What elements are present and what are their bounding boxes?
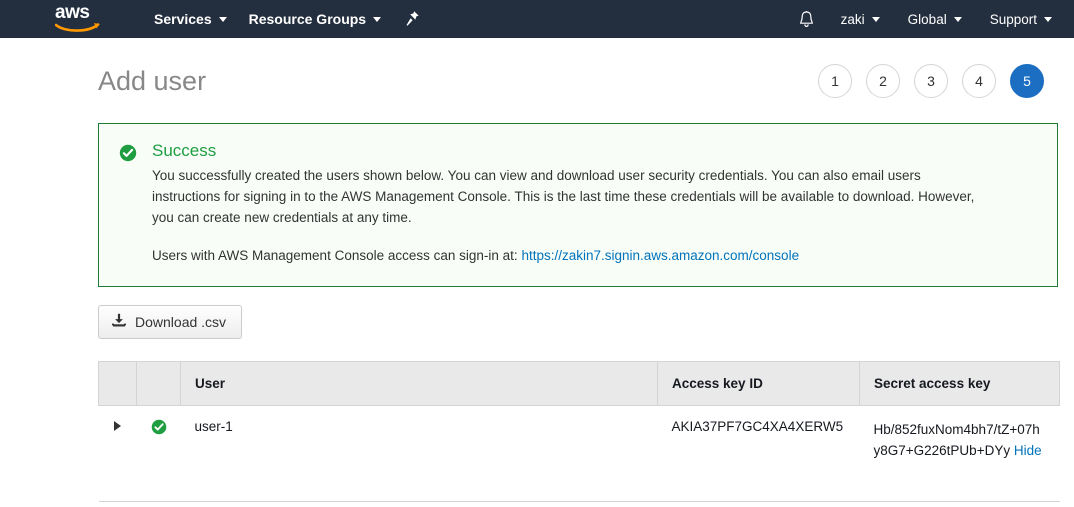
nav-item-resource-groups[interactable]: Resource Groups [238, 0, 392, 38]
table-row: user-1 AKIA37PF7GC4XA4XERW5 Hb/852fuxNom… [98, 405, 1060, 502]
chevron-down-icon [871, 16, 880, 22]
chevron-down-icon [953, 16, 962, 22]
row-expand-toggle[interactable] [98, 405, 137, 502]
toolbar: Download .csv [98, 305, 1058, 339]
success-check-circle-icon [119, 144, 137, 167]
notifications-bell-icon[interactable] [786, 10, 827, 29]
wizard-step-1-label: 1 [831, 73, 839, 89]
wizard-step-4-label: 4 [975, 73, 983, 89]
nav-item-support[interactable]: Support [976, 0, 1066, 38]
success-banner-body: Success You successfully created the use… [152, 141, 1037, 266]
page-header: Add user 1 2 3 4 5 [0, 38, 1074, 98]
pushpin-icon[interactable] [404, 10, 420, 28]
signin-url-link[interactable]: https://zakin7.signin.aws.amazon.com/con… [521, 248, 799, 263]
nav-item-resource-groups-label: Resource Groups [248, 11, 367, 27]
nav-item-support-label: Support [989, 11, 1037, 27]
hide-secret-link[interactable]: Hide [1014, 443, 1042, 458]
table-header-access-key-id: Access key ID [657, 361, 860, 406]
chevron-down-icon [373, 16, 382, 22]
table-header-row: User Access key ID Secret access key [98, 361, 1060, 406]
nav-item-region-global[interactable]: Global [894, 0, 976, 38]
nav-item-services[interactable]: Services [143, 0, 238, 38]
download-csv-button-label: Download .csv [135, 314, 227, 330]
wizard-step-1[interactable]: 1 [818, 64, 852, 98]
success-banner-text: You successfully created the users shown… [152, 168, 975, 225]
table-header-toggle [98, 361, 137, 406]
users-table-container: User Access key ID Secret access key use… [98, 361, 1060, 502]
row-user-name: user-1 [180, 405, 658, 502]
signin-url-prefix: Users with AWS Management Console access… [152, 248, 518, 263]
users-table: User Access key ID Secret access key use… [98, 361, 1060, 502]
page-content: Add user 1 2 3 4 5 Success You successfu… [0, 38, 1074, 502]
table-header-user: User [180, 361, 658, 406]
wizard-step-3[interactable]: 3 [914, 64, 948, 98]
nav-right-group: zaki Global Support [786, 0, 1066, 38]
table-header-secret-access-key: Secret access key [859, 361, 1060, 406]
table-header-status [136, 361, 181, 406]
wizard-step-4[interactable]: 4 [962, 64, 996, 98]
row-status-cell [136, 405, 181, 502]
success-banner: Success You successfully created the use… [98, 123, 1058, 287]
page-title: Add user [98, 65, 207, 96]
expand-triangle-icon [114, 421, 121, 431]
download-icon [112, 313, 126, 331]
nav-item-account-label: zaki [840, 11, 865, 27]
aws-logo[interactable]: aws [54, 3, 101, 34]
download-csv-button[interactable]: Download .csv [98, 305, 243, 339]
wizard-step-3-label: 3 [927, 73, 935, 89]
wizard-step-indicator: 1 2 3 4 5 [818, 64, 1058, 98]
chevron-down-icon [218, 16, 227, 22]
wizard-step-5-label: 5 [1023, 73, 1031, 89]
wizard-step-2-label: 2 [879, 73, 887, 89]
nav-item-services-label: Services [154, 11, 212, 27]
users-table-body: user-1 AKIA37PF7GC4XA4XERW5 Hb/852fuxNom… [98, 405, 1060, 502]
row-secret-access-key: Hb/852fuxNom4bh7/tZ+07hy8G7+G226tPUb+DYy… [859, 405, 1060, 502]
nav-left-group: aws Services Resource Groups [0, 0, 420, 38]
top-navigation-bar: aws Services Resource Groups zaki Global… [0, 0, 1074, 38]
nav-item-account-zaki[interactable]: zaki [827, 0, 894, 38]
chevron-down-icon [1044, 16, 1052, 22]
signin-url-line: Users with AWS Management Console access… [152, 245, 1037, 266]
wizard-step-5[interactable]: 5 [1010, 64, 1044, 98]
aws-smile-icon [54, 20, 101, 38]
users-table-head: User Access key ID Secret access key [98, 361, 1060, 406]
nav-item-region-label: Global [907, 11, 947, 27]
wizard-step-2[interactable]: 2 [866, 64, 900, 98]
row-access-key-id: AKIA37PF7GC4XA4XERW5 [657, 405, 860, 502]
success-banner-title: Success [152, 141, 217, 160]
success-check-circle-icon [151, 419, 167, 438]
